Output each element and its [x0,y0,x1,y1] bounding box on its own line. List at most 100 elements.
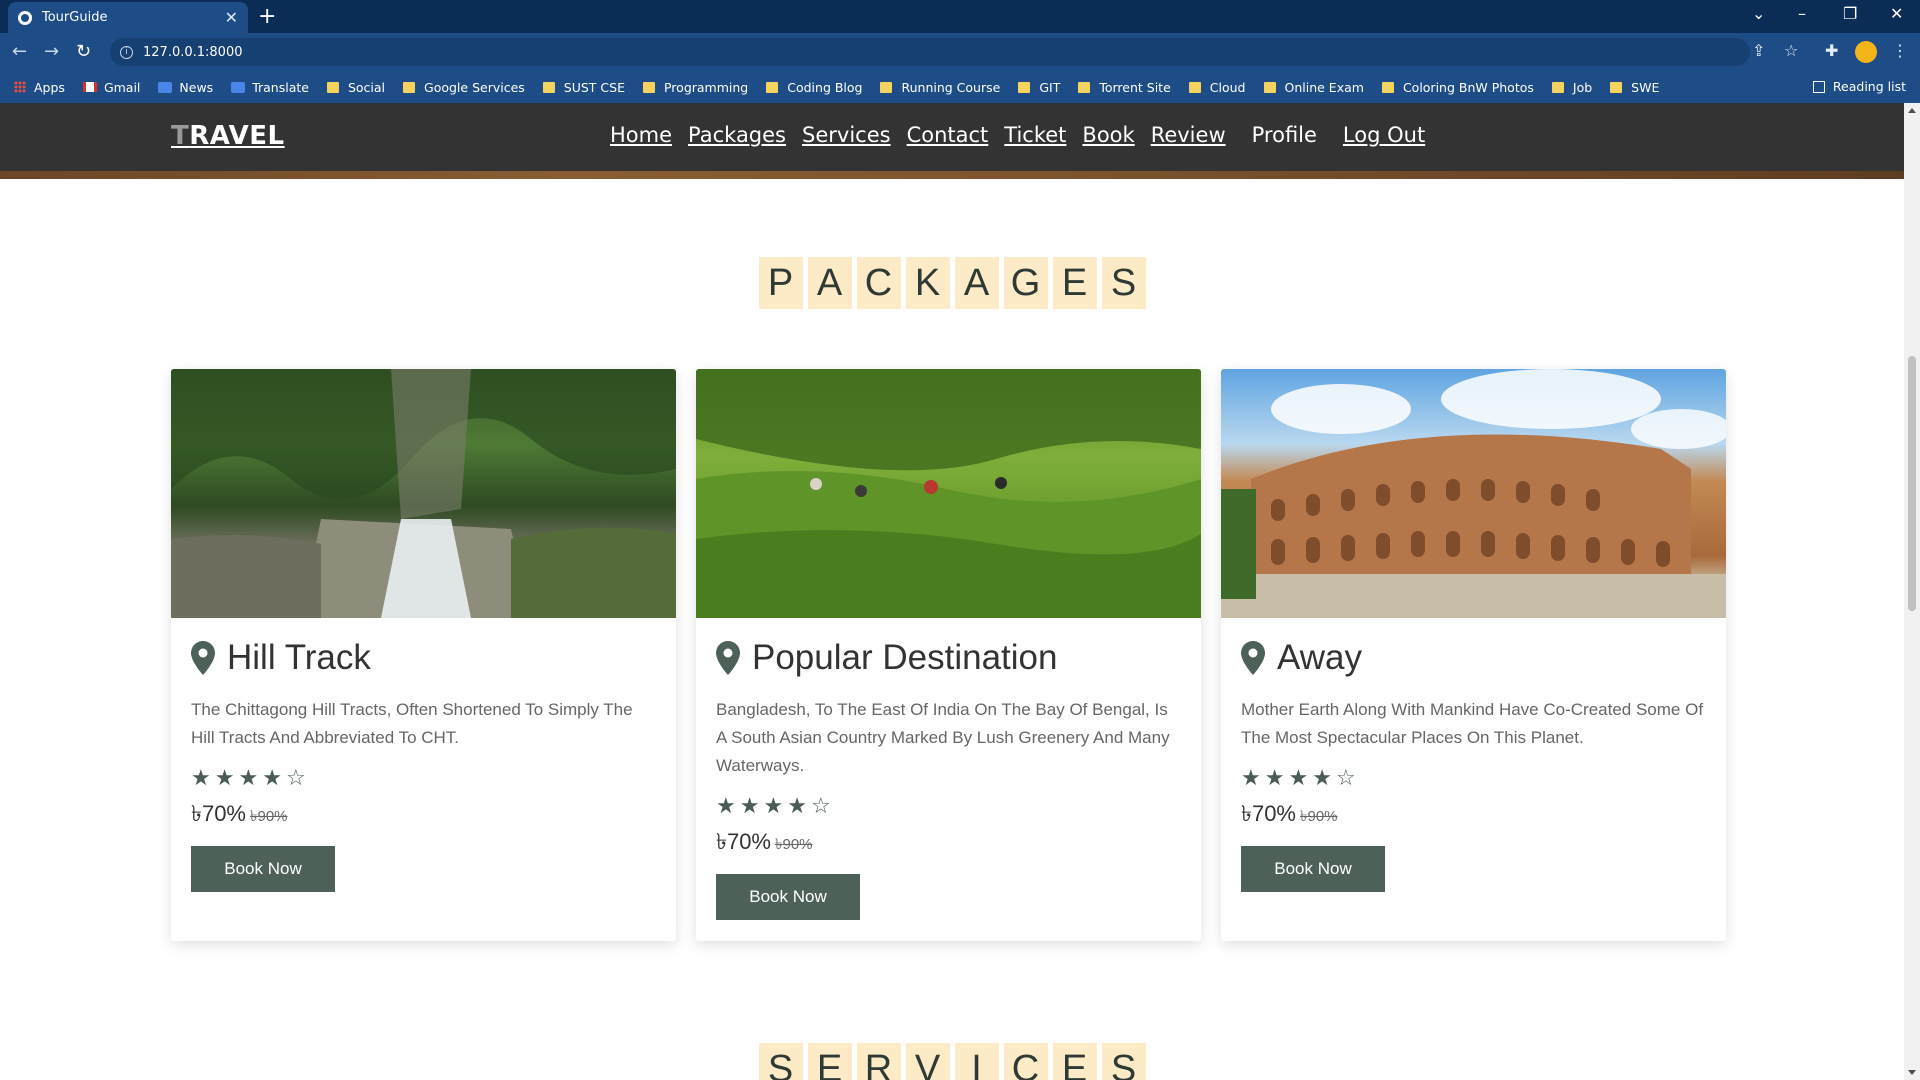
heading-letter: V [905,1043,950,1080]
extensions-icon[interactable]: ✚ [1825,41,1838,60]
scroll-down-icon[interactable] [1908,1070,1916,1075]
heading-letter: I [954,1043,999,1080]
browser-tab[interactable]: TourGuide ✕ [8,2,248,33]
bookmark-cloud[interactable]: Cloud [1188,80,1246,95]
bookmark-swe[interactable]: SWE [1610,80,1659,95]
reading-list-button[interactable]: Reading list [1812,79,1906,94]
restore-icon[interactable]: ❐ [1843,4,1857,23]
heading-letter: C [1003,1043,1048,1080]
folder-icon [1188,81,1201,93]
star-icon: ★ [191,766,211,791]
nav-packages[interactable]: Packages [688,123,786,147]
star-outline-icon: ☆ [810,794,831,819]
reload-icon[interactable]: ↻ [76,41,91,62]
folder-icon [766,81,779,93]
nav-contact[interactable]: Contact [907,123,989,147]
heading-letter: K [905,257,950,309]
book-now-button[interactable]: Book Now [191,846,335,892]
nav-logout[interactable]: Log Out [1343,123,1425,147]
folder-icon [880,81,893,93]
tab-title: TourGuide [42,10,108,25]
nav-profile[interactable]: Profile [1252,123,1317,147]
book-now-button[interactable]: Book Now [716,874,860,920]
close-tab-icon[interactable]: ✕ [225,8,238,27]
nav-book[interactable]: Book [1082,123,1134,147]
nav-home[interactable]: Home [610,123,672,147]
card-title: Hill Track [191,638,656,678]
share-icon[interactable]: ⇪ [1752,41,1765,60]
bookmark-star-icon[interactable]: ☆ [1784,41,1798,60]
bookmark-running-course[interactable]: Running Course [880,80,1000,95]
page-viewport: TRAVEL Home Packages Services Contact Ti… [0,103,1904,1080]
star-icon: ★ [1264,766,1285,791]
bookmark-google-services[interactable]: Google Services [403,80,525,95]
site-logo[interactable]: TRAVEL [171,121,285,151]
new-tab-icon[interactable]: + [258,4,276,29]
page-scrollbar[interactable] [1904,103,1920,1080]
package-card-popular-destination: Popular Destination Bangladesh, To The E… [696,369,1201,941]
nav-review[interactable]: Review [1151,123,1226,147]
folder-icon [1381,81,1394,93]
card-title: Away [1241,638,1706,678]
star-icon: ★ [1312,766,1332,791]
bookmark-coding-blog[interactable]: Coding Blog [766,80,862,95]
translate-icon [231,81,246,93]
rating-stars: ★ ★ ★ ★ ☆ [1241,766,1706,791]
hill-track-image [171,369,676,618]
site-info-icon[interactable]: i [120,45,133,59]
main-nav: Home Packages Services Contact Ticket Bo… [610,123,1425,147]
url-input[interactable]: i 127.0.0.1:8000 [110,38,1750,66]
star-icon: ★ [763,794,784,819]
back-icon[interactable]: ← [12,41,27,62]
profile-avatar-icon[interactable] [1855,41,1877,63]
map-pin-icon [1241,641,1265,675]
services-heading: S E R V I C E S [0,1043,1904,1080]
card-description: Bangladesh, To The East Of India On The … [716,700,1170,775]
address-bar-row: ← → ↻ i 127.0.0.1:8000 ⇪ ☆ ✚ ⋮ [0,33,1920,71]
folder-icon [326,81,339,93]
star-outline-icon: ☆ [1335,766,1356,791]
rating-stars: ★ ★ ★ ★ ☆ [191,766,656,791]
card-description: The Chittagong Hill Tracts, Often Shorte… [191,700,633,747]
bookmark-apps[interactable]: Apps [14,80,65,95]
scrollbar-thumb[interactable] [1908,356,1916,611]
heading-letter: P [758,257,803,309]
heading-letter: R [856,1043,901,1080]
heading-letter: S [758,1043,803,1080]
map-pin-icon [191,641,215,675]
bookmark-job[interactable]: Job [1551,80,1592,95]
nav-ticket[interactable]: Ticket [1004,123,1066,147]
packages-heading: P A C K A G E S [0,257,1904,309]
book-now-button[interactable]: Book Now [1241,846,1385,892]
package-card-hill-track: Hill Track The Chittagong Hill Tracts, O… [171,369,676,941]
card-price: ৳70% ৳90% [716,829,813,854]
scroll-up-icon[interactable] [1908,108,1916,113]
popular-destination-image [696,369,1201,618]
bookmark-git[interactable]: GIT [1018,80,1060,95]
bookmark-social[interactable]: Social [326,80,385,95]
star-icon: ★ [716,794,736,819]
bookmarks-bar: Apps Gmail News Translate Social Google … [0,71,1920,103]
bookmark-coloring-bnw-photos[interactable]: Coloring BnW Photos [1381,80,1534,95]
folder-icon [1018,81,1031,93]
bookmark-gmail[interactable]: Gmail [82,80,140,95]
bookmark-torrent-site[interactable]: Torrent Site [1078,80,1171,95]
star-icon: ★ [238,766,259,791]
menu-dots-icon[interactable]: ⋮ [1892,41,1908,60]
minimize-icon[interactable]: – [1798,4,1806,23]
forward-icon[interactable]: → [44,41,59,62]
nav-services[interactable]: Services [802,123,891,147]
bookmark-translate[interactable]: Translate [231,80,309,95]
old-price: ৳90% [250,808,288,825]
gmail-icon [82,82,97,92]
bookmark-sust-cse[interactable]: SUST CSE [542,80,625,95]
star-icon: ★ [739,794,760,819]
star-icon: ★ [262,766,282,791]
folder-icon [1551,81,1564,93]
tab-search-icon[interactable]: ⌄ [1752,4,1765,23]
window-close-icon[interactable]: ✕ [1890,4,1903,23]
bookmark-online-exam[interactable]: Online Exam [1263,80,1364,95]
bookmark-programming[interactable]: Programming [642,80,748,95]
bookmark-news[interactable]: News [158,80,213,95]
package-cards: Hill Track The Chittagong Hill Tracts, O… [171,369,1726,941]
